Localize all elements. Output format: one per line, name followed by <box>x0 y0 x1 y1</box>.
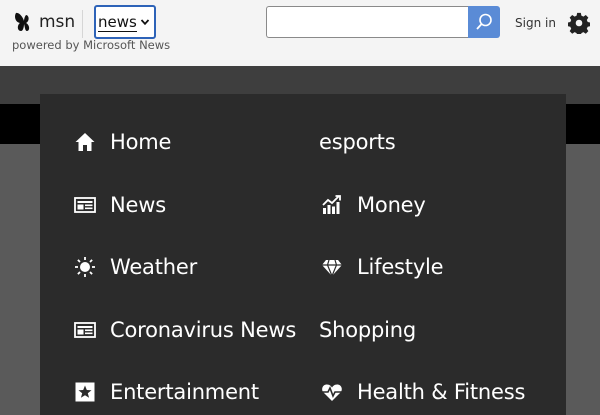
menu-item-coronavirus-news[interactable]: Coronavirus News <box>72 315 296 345</box>
chart-icon <box>319 192 345 218</box>
menu-item-esports[interactable]: esports <box>319 127 396 157</box>
powered-by-text: powered by Microsoft News <box>12 38 171 52</box>
menu-item-label: Money <box>357 193 426 217</box>
news-icon <box>72 192 98 218</box>
navigation-menu: Home News Weather Coronavirus News Enter… <box>40 94 566 415</box>
menu-item-money[interactable]: Money <box>319 190 426 220</box>
menu-item-label: esports <box>319 130 396 154</box>
menu-item-label: Weather <box>110 255 198 279</box>
msn-logo[interactable]: msn <box>12 10 75 34</box>
butterfly-logo-icon <box>15 12 30 31</box>
menu-item-label: Health & Fitness <box>357 380 526 404</box>
menu-item-health-fitness[interactable]: Health & Fitness <box>319 377 525 407</box>
chevron-down-icon <box>140 19 150 26</box>
home-icon <box>72 129 98 155</box>
star-icon <box>72 379 98 405</box>
gear-icon[interactable] <box>568 12 590 34</box>
menu-item-label: Lifestyle <box>357 255 444 279</box>
menu-item-entertainment[interactable]: Entertainment <box>72 377 259 407</box>
menu-item-lifestyle[interactable]: Lifestyle <box>319 252 444 282</box>
logo-text: msn <box>39 12 76 32</box>
menu-item-home[interactable]: Home <box>72 127 171 157</box>
vertical-select[interactable]: news <box>94 5 156 39</box>
menu-item-label: Entertainment <box>110 380 259 404</box>
menu-item-label: Home <box>110 130 172 154</box>
menu-item-label: Shopping <box>319 318 417 342</box>
diamond-icon <box>319 254 345 280</box>
menu-item-label: News <box>110 193 166 217</box>
news-icon <box>72 317 98 343</box>
sun-icon <box>72 254 98 280</box>
search-button[interactable] <box>468 6 500 38</box>
menu-item-news[interactable]: News <box>72 190 166 220</box>
menu-item-label: Coronavirus News <box>110 318 297 342</box>
heart-pulse-icon <box>319 379 345 405</box>
menu-item-shopping[interactable]: Shopping <box>319 315 416 345</box>
search-icon <box>476 13 492 30</box>
menu-item-weather[interactable]: Weather <box>72 252 197 282</box>
sign-in-link[interactable]: Sign in <box>515 16 556 30</box>
header-divider <box>82 10 83 38</box>
vertical-select-value: news <box>98 12 137 32</box>
site-header: msn news powered by Microsoft News Sign … <box>0 0 600 66</box>
search-input[interactable] <box>266 6 468 38</box>
